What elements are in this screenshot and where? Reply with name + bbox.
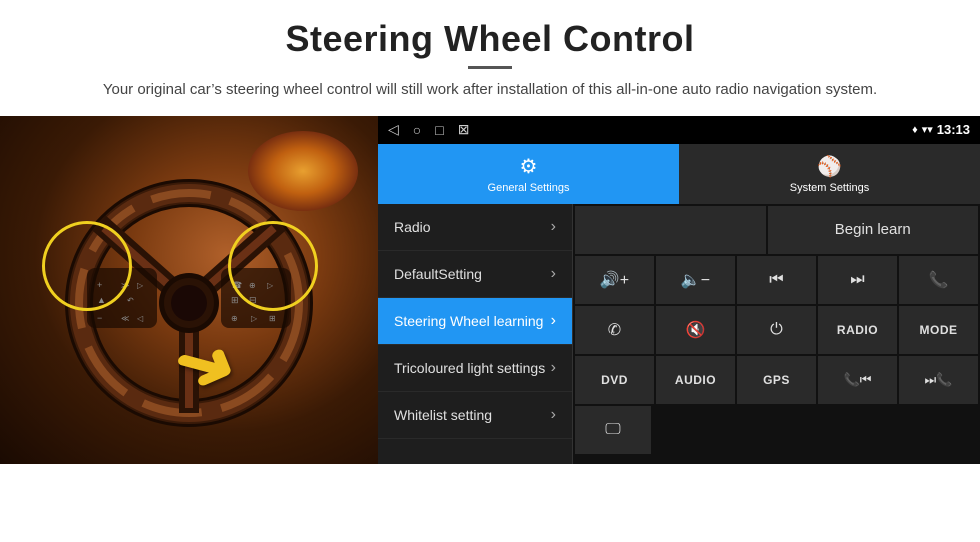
- right-highlight-circle: [228, 221, 318, 311]
- svg-text:⊕: ⊕: [231, 314, 238, 323]
- tab-system-label: System Settings: [790, 182, 869, 194]
- status-bar: ◁ ○ □ ⊠ ♦ ▾▾ 13:13: [378, 116, 980, 144]
- controls-row-3: DVD AUDIO GPS 📞⏮ ⏭📞: [575, 356, 978, 404]
- svg-text:↶: ↶: [127, 296, 134, 305]
- menu-tricoloured-label: Tricoloured light settings: [394, 360, 545, 376]
- phone-button[interactable]: 📞: [899, 256, 978, 304]
- top-section: Steering Wheel Control Your original car…: [0, 0, 980, 116]
- empty-input-area: [575, 206, 766, 254]
- steering-bg: + ▲ − ≫ ▷ ↶ ≪ ◁ ☎ ⊕ ▷ ⊞ ⊟ ⊕: [0, 116, 378, 464]
- tab-system-settings[interactable]: ⚾ System Settings: [679, 144, 980, 204]
- menu-steering-label: Steering Wheel learning: [394, 313, 543, 329]
- menu-default-arrow: ›: [551, 265, 556, 283]
- title-divider: [468, 66, 512, 69]
- controls-row-1: 🔊+ 🔈− ⏮ ⏭ 📞: [575, 256, 978, 304]
- tab-general-label: General Settings: [488, 182, 570, 194]
- controls-row-4: 🖵: [575, 406, 978, 454]
- svg-text:▷: ▷: [251, 314, 258, 323]
- left-menu: Radio › DefaultSetting › Steering Wheel …: [378, 204, 573, 464]
- power-button[interactable]: ⏻: [737, 306, 816, 354]
- begin-learn-button[interactable]: Begin learn: [768, 206, 979, 254]
- menu-item-whitelist[interactable]: Whitelist setting ›: [378, 392, 572, 439]
- signal-icon: ▾▾: [922, 123, 933, 136]
- svg-text:≪: ≪: [121, 314, 129, 323]
- menu-item-tricoloured[interactable]: Tricoloured light settings ›: [378, 345, 572, 392]
- radio-button[interactable]: RADIO: [818, 306, 897, 354]
- tel-next-button[interactable]: ⏭📞: [899, 356, 978, 404]
- gps-button[interactable]: GPS: [737, 356, 816, 404]
- svg-text:⊞: ⊞: [231, 295, 239, 305]
- menu-whitelist-label: Whitelist setting: [394, 407, 492, 423]
- mute-button[interactable]: 🔇: [656, 306, 735, 354]
- prev-track-button[interactable]: ⏮: [737, 256, 816, 304]
- status-icons: ♦ ▾▾ 13:13: [912, 122, 970, 137]
- menu-whitelist-arrow: ›: [551, 406, 556, 424]
- menu-default-label: DefaultSetting: [394, 266, 482, 282]
- next-track-button[interactable]: ⏭: [818, 256, 897, 304]
- home-nav-icon[interactable]: ○: [413, 122, 421, 138]
- page-wrapper: Steering Wheel Control Your original car…: [0, 0, 980, 464]
- svg-text:◁: ◁: [137, 314, 144, 323]
- menu-radio-label: Radio: [394, 219, 431, 235]
- menu-radio-arrow: ›: [551, 218, 556, 236]
- main-content: Radio › DefaultSetting › Steering Wheel …: [378, 204, 980, 464]
- android-ui: ◁ ○ □ ⊠ ♦ ▾▾ 13:13 ⚙ General Settings: [378, 116, 980, 464]
- subtitle: Your original car’s steering wheel contr…: [60, 79, 920, 102]
- general-settings-icon: ⚙: [520, 154, 538, 179]
- vol-up-button[interactable]: 🔊+: [575, 256, 654, 304]
- car-image: + ▲ − ≫ ▷ ↶ ≪ ◁ ☎ ⊕ ▷ ⊞ ⊟ ⊕: [0, 116, 378, 464]
- svg-text:⊞: ⊞: [269, 314, 276, 323]
- svg-text:−: −: [97, 313, 102, 323]
- hang-up-button[interactable]: ✆: [575, 306, 654, 354]
- back-nav-icon[interactable]: ◁: [388, 121, 399, 138]
- mode-button[interactable]: MODE: [899, 306, 978, 354]
- extra-icon-button[interactable]: 🖵: [575, 406, 651, 454]
- menu-nav-icon[interactable]: ⊠: [458, 121, 470, 138]
- menu-steering-arrow: ›: [551, 312, 556, 330]
- menu-item-radio[interactable]: Radio ›: [378, 204, 572, 251]
- vol-down-button[interactable]: 🔈−: [656, 256, 735, 304]
- svg-text:▷: ▷: [137, 281, 144, 290]
- nav-icons: ◁ ○ □ ⊠: [388, 121, 469, 138]
- tab-general-settings[interactable]: ⚙ General Settings: [378, 144, 679, 204]
- bottom-section: + ▲ − ≫ ▷ ↶ ≪ ◁ ☎ ⊕ ▷ ⊞ ⊟ ⊕: [0, 116, 980, 464]
- page-title: Steering Wheel Control: [60, 18, 920, 60]
- system-settings-icon: ⚾: [817, 154, 842, 179]
- left-highlight-circle: [42, 221, 132, 311]
- controls-row-2: ✆ 🔇 ⏻ RADIO MODE: [575, 306, 978, 354]
- tel-prev-button[interactable]: 📞⏮: [818, 356, 897, 404]
- dvd-button[interactable]: DVD: [575, 356, 654, 404]
- tab-bar: ⚙ General Settings ⚾ System Settings: [378, 144, 980, 204]
- top-controls-row: Begin learn: [575, 206, 978, 254]
- menu-item-default-setting[interactable]: DefaultSetting ›: [378, 251, 572, 298]
- location-icon: ♦: [912, 124, 918, 136]
- right-panel: Begin learn 🔊+ 🔈− ⏮ ⏭ 📞 ✆ 🔇 ⏻: [573, 204, 980, 464]
- menu-item-steering-wheel[interactable]: Steering Wheel learning ›: [378, 298, 572, 345]
- menu-tricoloured-arrow: ›: [551, 359, 556, 377]
- recents-nav-icon[interactable]: □: [435, 122, 443, 138]
- audio-button[interactable]: AUDIO: [656, 356, 735, 404]
- clock: 13:13: [937, 122, 970, 137]
